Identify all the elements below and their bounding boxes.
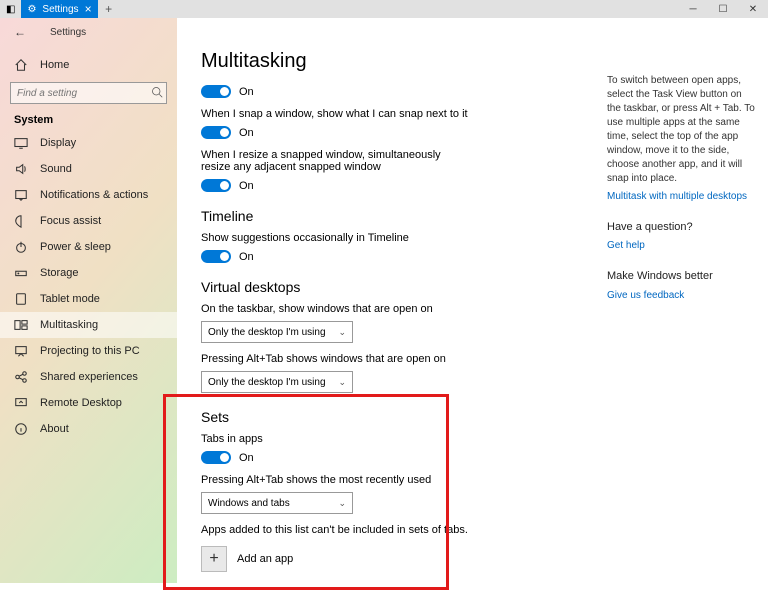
sidebar-item-label: Notifications & actions bbox=[40, 189, 148, 201]
search-input[interactable] bbox=[17, 88, 151, 99]
back-button[interactable]: ← bbox=[14, 25, 26, 39]
sidebar-item-sound[interactable]: Sound bbox=[0, 156, 177, 182]
sidebar-item-tablet[interactable]: Tablet mode bbox=[0, 286, 177, 312]
sets-tabs-toggle[interactable] bbox=[201, 451, 231, 464]
tab-prev[interactable]: ◧ bbox=[0, 0, 21, 18]
about-icon bbox=[14, 422, 28, 436]
sidebar-item-label: Focus assist bbox=[40, 215, 101, 227]
notifications-icon bbox=[14, 188, 28, 202]
help-pane: To switch between open apps, select the … bbox=[603, 18, 768, 583]
maximize-button[interactable]: ☐ bbox=[708, 0, 738, 18]
tablet-icon bbox=[14, 292, 28, 306]
select-value: Windows and tabs bbox=[208, 498, 290, 509]
shared-icon bbox=[14, 370, 28, 384]
sets-tabs-label: Tabs in apps bbox=[201, 433, 471, 445]
toggle-state: On bbox=[239, 452, 254, 464]
vd-alttab-select[interactable]: Only the desktop I'm using ⌄ bbox=[201, 371, 353, 393]
question-heading: Have a question? bbox=[607, 220, 758, 235]
vd-alttab-label: Pressing Alt+Tab shows windows that are … bbox=[201, 353, 471, 365]
sidebar: ← Settings Home System Display Sound Not… bbox=[0, 18, 177, 583]
help-text: To switch between open apps, select the … bbox=[607, 74, 758, 186]
sets-alttab-label: Pressing Alt+Tab shows the most recently… bbox=[201, 474, 471, 486]
sidebar-item-label: About bbox=[40, 423, 69, 435]
feedback-heading: Make Windows better bbox=[607, 269, 758, 284]
project-icon bbox=[14, 344, 28, 358]
close-window-button[interactable]: ✕ bbox=[738, 0, 768, 18]
titlebar: ◧ ⚙ Settings × + ─ ☐ ✕ bbox=[0, 0, 768, 18]
help-link-multitask[interactable]: Multitask with multiple desktops bbox=[607, 190, 758, 204]
toggle-state: On bbox=[239, 86, 254, 98]
vd-taskbar-label: On the taskbar, show windows that are op… bbox=[201, 303, 471, 315]
close-tab-icon[interactable]: × bbox=[85, 3, 92, 15]
snap-toggle-partial[interactable] bbox=[201, 85, 231, 98]
sidebar-item-focus[interactable]: Focus assist bbox=[0, 208, 177, 234]
home-icon bbox=[14, 58, 28, 72]
vd-taskbar-select[interactable]: Only the desktop I'm using ⌄ bbox=[201, 321, 353, 343]
toggle-state: On bbox=[239, 127, 254, 139]
storage-icon bbox=[14, 266, 28, 280]
sidebar-item-remote[interactable]: Remote Desktop bbox=[0, 390, 177, 416]
sidebar-item-label: Home bbox=[40, 59, 69, 71]
focus-icon bbox=[14, 214, 28, 228]
chevron-down-icon: ⌄ bbox=[338, 377, 346, 388]
vd-heading: Virtual desktops bbox=[201, 279, 579, 295]
sidebar-item-label: Remote Desktop bbox=[40, 397, 122, 409]
sidebar-item-label: Storage bbox=[40, 267, 79, 279]
display-icon bbox=[14, 136, 28, 150]
toggle-state: On bbox=[239, 251, 254, 263]
timeline-toggle[interactable] bbox=[201, 250, 231, 263]
sidebar-item-storage[interactable]: Storage bbox=[0, 260, 177, 286]
tab-label: Settings bbox=[42, 4, 78, 15]
sidebar-item-notifications[interactable]: Notifications & actions bbox=[0, 182, 177, 208]
sidebar-title: Settings bbox=[50, 27, 86, 38]
timeline-label: Show suggestions occasionally in Timelin… bbox=[201, 232, 471, 244]
tab-settings[interactable]: ⚙ Settings × bbox=[21, 0, 97, 18]
sidebar-group-system: System bbox=[0, 112, 177, 130]
sidebar-item-shared[interactable]: Shared experiences bbox=[0, 364, 177, 390]
settings-icon: ⚙ bbox=[27, 4, 36, 15]
snap-next-label: When I snap a window, show what I can sn… bbox=[201, 108, 471, 120]
settings-panel: Multitasking On When I snap a window, sh… bbox=[177, 18, 603, 583]
select-value: Only the desktop I'm using bbox=[208, 327, 326, 338]
snap-resize-label: When I resize a snapped window, simultan… bbox=[201, 149, 471, 173]
search-icon bbox=[151, 86, 163, 101]
sidebar-item-about[interactable]: About bbox=[0, 416, 177, 442]
power-icon bbox=[14, 240, 28, 254]
sets-alttab-select[interactable]: Windows and tabs ⌄ bbox=[201, 492, 353, 514]
sidebar-item-label: Shared experiences bbox=[40, 371, 138, 383]
sidebar-item-label: Multitasking bbox=[40, 319, 98, 331]
sidebar-item-label: Display bbox=[40, 137, 76, 149]
remote-icon bbox=[14, 396, 28, 410]
snap-resize-toggle[interactable] bbox=[201, 179, 231, 192]
chevron-down-icon: ⌄ bbox=[338, 498, 346, 509]
sidebar-item-label: Sound bbox=[40, 163, 72, 175]
new-tab-button[interactable]: + bbox=[98, 0, 120, 18]
add-app-label: Add an app bbox=[237, 553, 293, 565]
sets-heading: Sets bbox=[201, 409, 579, 425]
help-link-gethelp[interactable]: Get help bbox=[607, 239, 758, 253]
sidebar-item-power[interactable]: Power & sleep bbox=[0, 234, 177, 260]
chevron-down-icon: ⌄ bbox=[338, 327, 346, 338]
sound-icon bbox=[14, 162, 28, 176]
sidebar-item-multitasking[interactable]: Multitasking bbox=[0, 312, 177, 338]
help-link-feedback[interactable]: Give us feedback bbox=[607, 289, 758, 303]
multitask-icon bbox=[14, 318, 28, 332]
sidebar-item-display[interactable]: Display bbox=[0, 130, 177, 156]
snap-next-toggle[interactable] bbox=[201, 126, 231, 139]
toggle-state: On bbox=[239, 180, 254, 192]
timeline-heading: Timeline bbox=[201, 208, 579, 224]
sidebar-item-label: Power & sleep bbox=[40, 241, 111, 253]
plus-icon: + bbox=[209, 550, 218, 568]
minimize-button[interactable]: ─ bbox=[678, 0, 708, 18]
sets-note: Apps added to this list can't be include… bbox=[201, 524, 579, 536]
sidebar-item-label: Projecting to this PC bbox=[40, 345, 140, 357]
search-box[interactable] bbox=[10, 82, 167, 104]
page-title: Multitasking bbox=[201, 50, 579, 73]
sidebar-item-home[interactable]: Home bbox=[0, 52, 177, 78]
add-app-button[interactable]: + bbox=[201, 546, 227, 572]
select-value: Only the desktop I'm using bbox=[208, 377, 326, 388]
sidebar-item-label: Tablet mode bbox=[40, 293, 100, 305]
sidebar-item-projecting[interactable]: Projecting to this PC bbox=[0, 338, 177, 364]
